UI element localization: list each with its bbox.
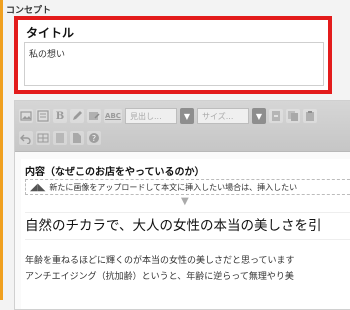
heading-select-caret-icon[interactable]: ▼ [180, 108, 194, 124]
toolbar-row-1: B ABC 見出し... ▼ サイズ... ▼ [19, 106, 317, 126]
body-paragraph[interactable]: アンチエイジング（抗加齢）というと、年齢に逆らって無理やり美 [25, 269, 294, 282]
editor-content-area[interactable]: 内容（なぜこのお店をやっているのか） ◢◣ 新たに画像をアップロードして本文に挿… [21, 159, 350, 309]
document-icon[interactable] [53, 131, 67, 145]
image-insert-icon[interactable] [19, 109, 33, 123]
title-box: タイトル 私の想い [14, 16, 332, 94]
template-icon[interactable] [36, 109, 50, 123]
help-icon[interactable]: ? [87, 131, 101, 145]
left-accent-strip [0, 0, 3, 300]
upload-hint-text: 新たに画像をアップロードして本文に挿入したい場合は、挿入したい [49, 182, 298, 192]
toolbar-row-2: ? [19, 128, 101, 148]
size-select[interactable]: サイズ... [197, 108, 249, 124]
pen-icon[interactable] [70, 109, 84, 123]
add-row-icon[interactable] [269, 109, 283, 123]
body-headline[interactable]: 自然のチカラで、大人の女性の本当の美しさを引 [25, 212, 350, 240]
title-input[interactable]: 私の想い [24, 42, 324, 86]
svg-text:?: ? [92, 134, 96, 143]
undo-icon[interactable] [19, 131, 33, 145]
upload-arrow-icon: ◢◣ [30, 181, 46, 193]
table-icon[interactable] [36, 131, 50, 145]
image-edit-icon[interactable] [87, 109, 101, 123]
spellcheck-icon[interactable]: ABC [104, 109, 122, 123]
bold-icon[interactable]: B [53, 109, 67, 123]
section-label: コンセプト [6, 6, 52, 16]
editor-toolbar: B ABC 見出し... ▼ サイズ... ▼ ? [15, 101, 350, 152]
title-heading: タイトル [26, 26, 75, 40]
paste-icon[interactable] [303, 109, 317, 123]
body-paragraph[interactable]: 年齢を重ねるほどに輝くのが本当の女性の美しさだと思っています [25, 253, 295, 266]
rich-text-editor: B ABC 見出し... ▼ サイズ... ▼ ? 内容（なぜこのお店をやってい… [14, 100, 350, 310]
content-heading: 内容（なぜこのお店をやっているのか） [25, 167, 205, 178]
upload-hint[interactable]: ◢◣ 新たに画像をアップロードして本文に挿入したい場合は、挿入したい [25, 179, 350, 195]
file-icon[interactable] [70, 131, 84, 145]
size-select-caret-icon[interactable]: ▼ [252, 108, 266, 124]
copy-icon[interactable] [286, 109, 300, 123]
heading-select[interactable]: 見出し... [125, 108, 177, 124]
down-arrow-icon: ▼ [181, 196, 189, 207]
